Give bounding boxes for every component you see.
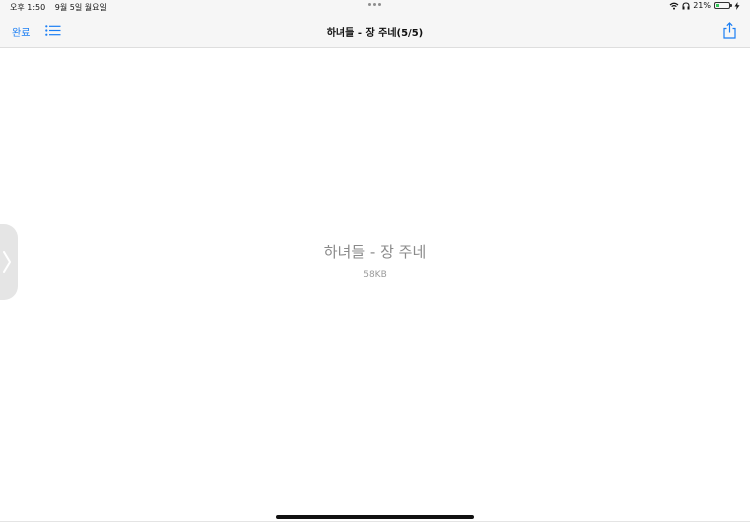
sidebar-toggle-tab[interactable] — [0, 224, 18, 300]
wifi-icon — [669, 2, 679, 10]
navigation-bar: 완료 하녀들 - 장 주네(5/5) — [0, 14, 750, 48]
status-bar: 오후 1:50 9월 5일 월요일 21% — [0, 0, 750, 14]
share-icon[interactable] — [722, 22, 737, 39]
status-date: 9월 5일 월요일 — [54, 3, 107, 12]
dot — [378, 3, 381, 6]
battery-icon — [714, 2, 732, 9]
dot — [373, 3, 376, 6]
status-time-date: 오후 1:50 9월 5일 월요일 — [10, 2, 107, 13]
file-size: 58KB — [363, 270, 387, 280]
dot — [368, 3, 371, 6]
multitasking-dots[interactable] — [368, 3, 381, 6]
file-name: 하녀들 - 장 주네 — [323, 243, 427, 261]
headphones-icon — [682, 1, 690, 9]
status-time: 오후 1:50 — [10, 3, 46, 12]
home-indicator[interactable] — [276, 515, 474, 519]
bottom-divider — [0, 521, 750, 522]
status-indicators: 21% — [669, 1, 740, 10]
page-title: 하녀들 - 장 주네(5/5) — [326, 28, 424, 39]
battery-percent: 21% — [693, 1, 711, 10]
charging-icon — [734, 1, 740, 10]
